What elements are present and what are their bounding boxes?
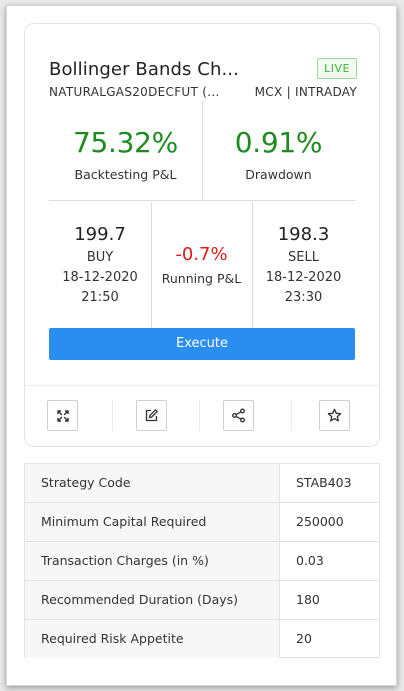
sell-trade: 198.3 SELL 18-12-2020 23:30 bbox=[252, 202, 355, 328]
table-row: Recommended Duration (Days) 180 bbox=[25, 581, 379, 620]
strategy-details-table: Strategy Code STAB403 Minimum Capital Re… bbox=[24, 463, 380, 658]
exchange-segment: MCX | INTRADAY bbox=[254, 85, 357, 99]
edit-button[interactable] bbox=[136, 400, 167, 431]
app-frame: Bollinger Bands Ch... LIVE NATURALGAS20D… bbox=[6, 5, 397, 686]
detail-key: Transaction Charges (in %) bbox=[25, 542, 280, 580]
buy-date: 18-12-2020 bbox=[62, 270, 138, 285]
drawdown-label: Drawdown bbox=[245, 167, 312, 182]
sell-time: 23:30 bbox=[284, 290, 323, 305]
table-row: Minimum Capital Required 250000 bbox=[25, 503, 379, 542]
share-icon bbox=[232, 408, 245, 423]
running-pnl: -0.7% Running P&L bbox=[151, 202, 252, 328]
trade-summary: 199.7 BUY 18-12-2020 21:50 -0.7% Running… bbox=[49, 202, 355, 328]
favorite-button[interactable] bbox=[319, 400, 350, 431]
share-button[interactable] bbox=[223, 400, 254, 431]
expand-icon bbox=[56, 409, 69, 422]
edit-icon bbox=[145, 409, 158, 422]
detail-key: Recommended Duration (Days) bbox=[25, 581, 280, 619]
card-actions bbox=[25, 385, 379, 447]
buy-side-label: BUY bbox=[86, 250, 114, 265]
drawdown: 0.91% Drawdown bbox=[202, 101, 355, 201]
execute-button[interactable]: Execute bbox=[49, 328, 355, 360]
running-pnl-label: Running P&L bbox=[161, 271, 242, 286]
expand-button[interactable] bbox=[47, 400, 78, 431]
detail-key: Strategy Code bbox=[25, 464, 280, 502]
detail-key: Minimum Capital Required bbox=[25, 503, 280, 541]
table-row: Transaction Charges (in %) 0.03 bbox=[25, 542, 379, 581]
detail-value: 180 bbox=[296, 592, 320, 607]
instrument-name: NATURALGAS20DECFUT (... bbox=[49, 85, 220, 99]
sell-side-label: SELL bbox=[288, 250, 319, 265]
table-row: Strategy Code STAB403 bbox=[25, 464, 379, 503]
backtesting-pnl: 75.32% Backtesting P&L bbox=[49, 101, 202, 201]
buy-price: 199.7 bbox=[74, 224, 126, 245]
detail-value: 250000 bbox=[296, 514, 344, 529]
running-pnl-value: -0.7% bbox=[175, 244, 228, 265]
star-icon bbox=[327, 408, 342, 422]
performance-metrics: 75.32% Backtesting P&L 0.91% Drawdown bbox=[49, 101, 355, 201]
action-divider bbox=[291, 400, 292, 431]
detail-value: STAB403 bbox=[296, 475, 352, 490]
table-row: Required Risk Appetite 20 bbox=[25, 620, 379, 659]
action-divider bbox=[112, 400, 113, 431]
detail-key: Required Risk Appetite bbox=[25, 620, 280, 658]
sell-date: 18-12-2020 bbox=[265, 270, 342, 285]
action-divider bbox=[199, 400, 200, 431]
live-status-badge: LIVE bbox=[317, 58, 357, 79]
buy-trade: 199.7 BUY 18-12-2020 21:50 bbox=[49, 202, 151, 328]
detail-value: 0.03 bbox=[296, 553, 324, 568]
strategy-title[interactable]: Bollinger Bands Ch... bbox=[49, 59, 239, 80]
buy-time: 21:50 bbox=[81, 290, 119, 305]
backtesting-pnl-label: Backtesting P&L bbox=[74, 167, 177, 182]
strategy-card: Bollinger Bands Ch... LIVE NATURALGAS20D… bbox=[24, 23, 380, 447]
sell-price: 198.3 bbox=[277, 224, 330, 245]
backtesting-pnl-value: 75.32% bbox=[73, 126, 178, 159]
detail-value: 20 bbox=[296, 631, 312, 646]
drawdown-value: 0.91% bbox=[234, 126, 323, 159]
